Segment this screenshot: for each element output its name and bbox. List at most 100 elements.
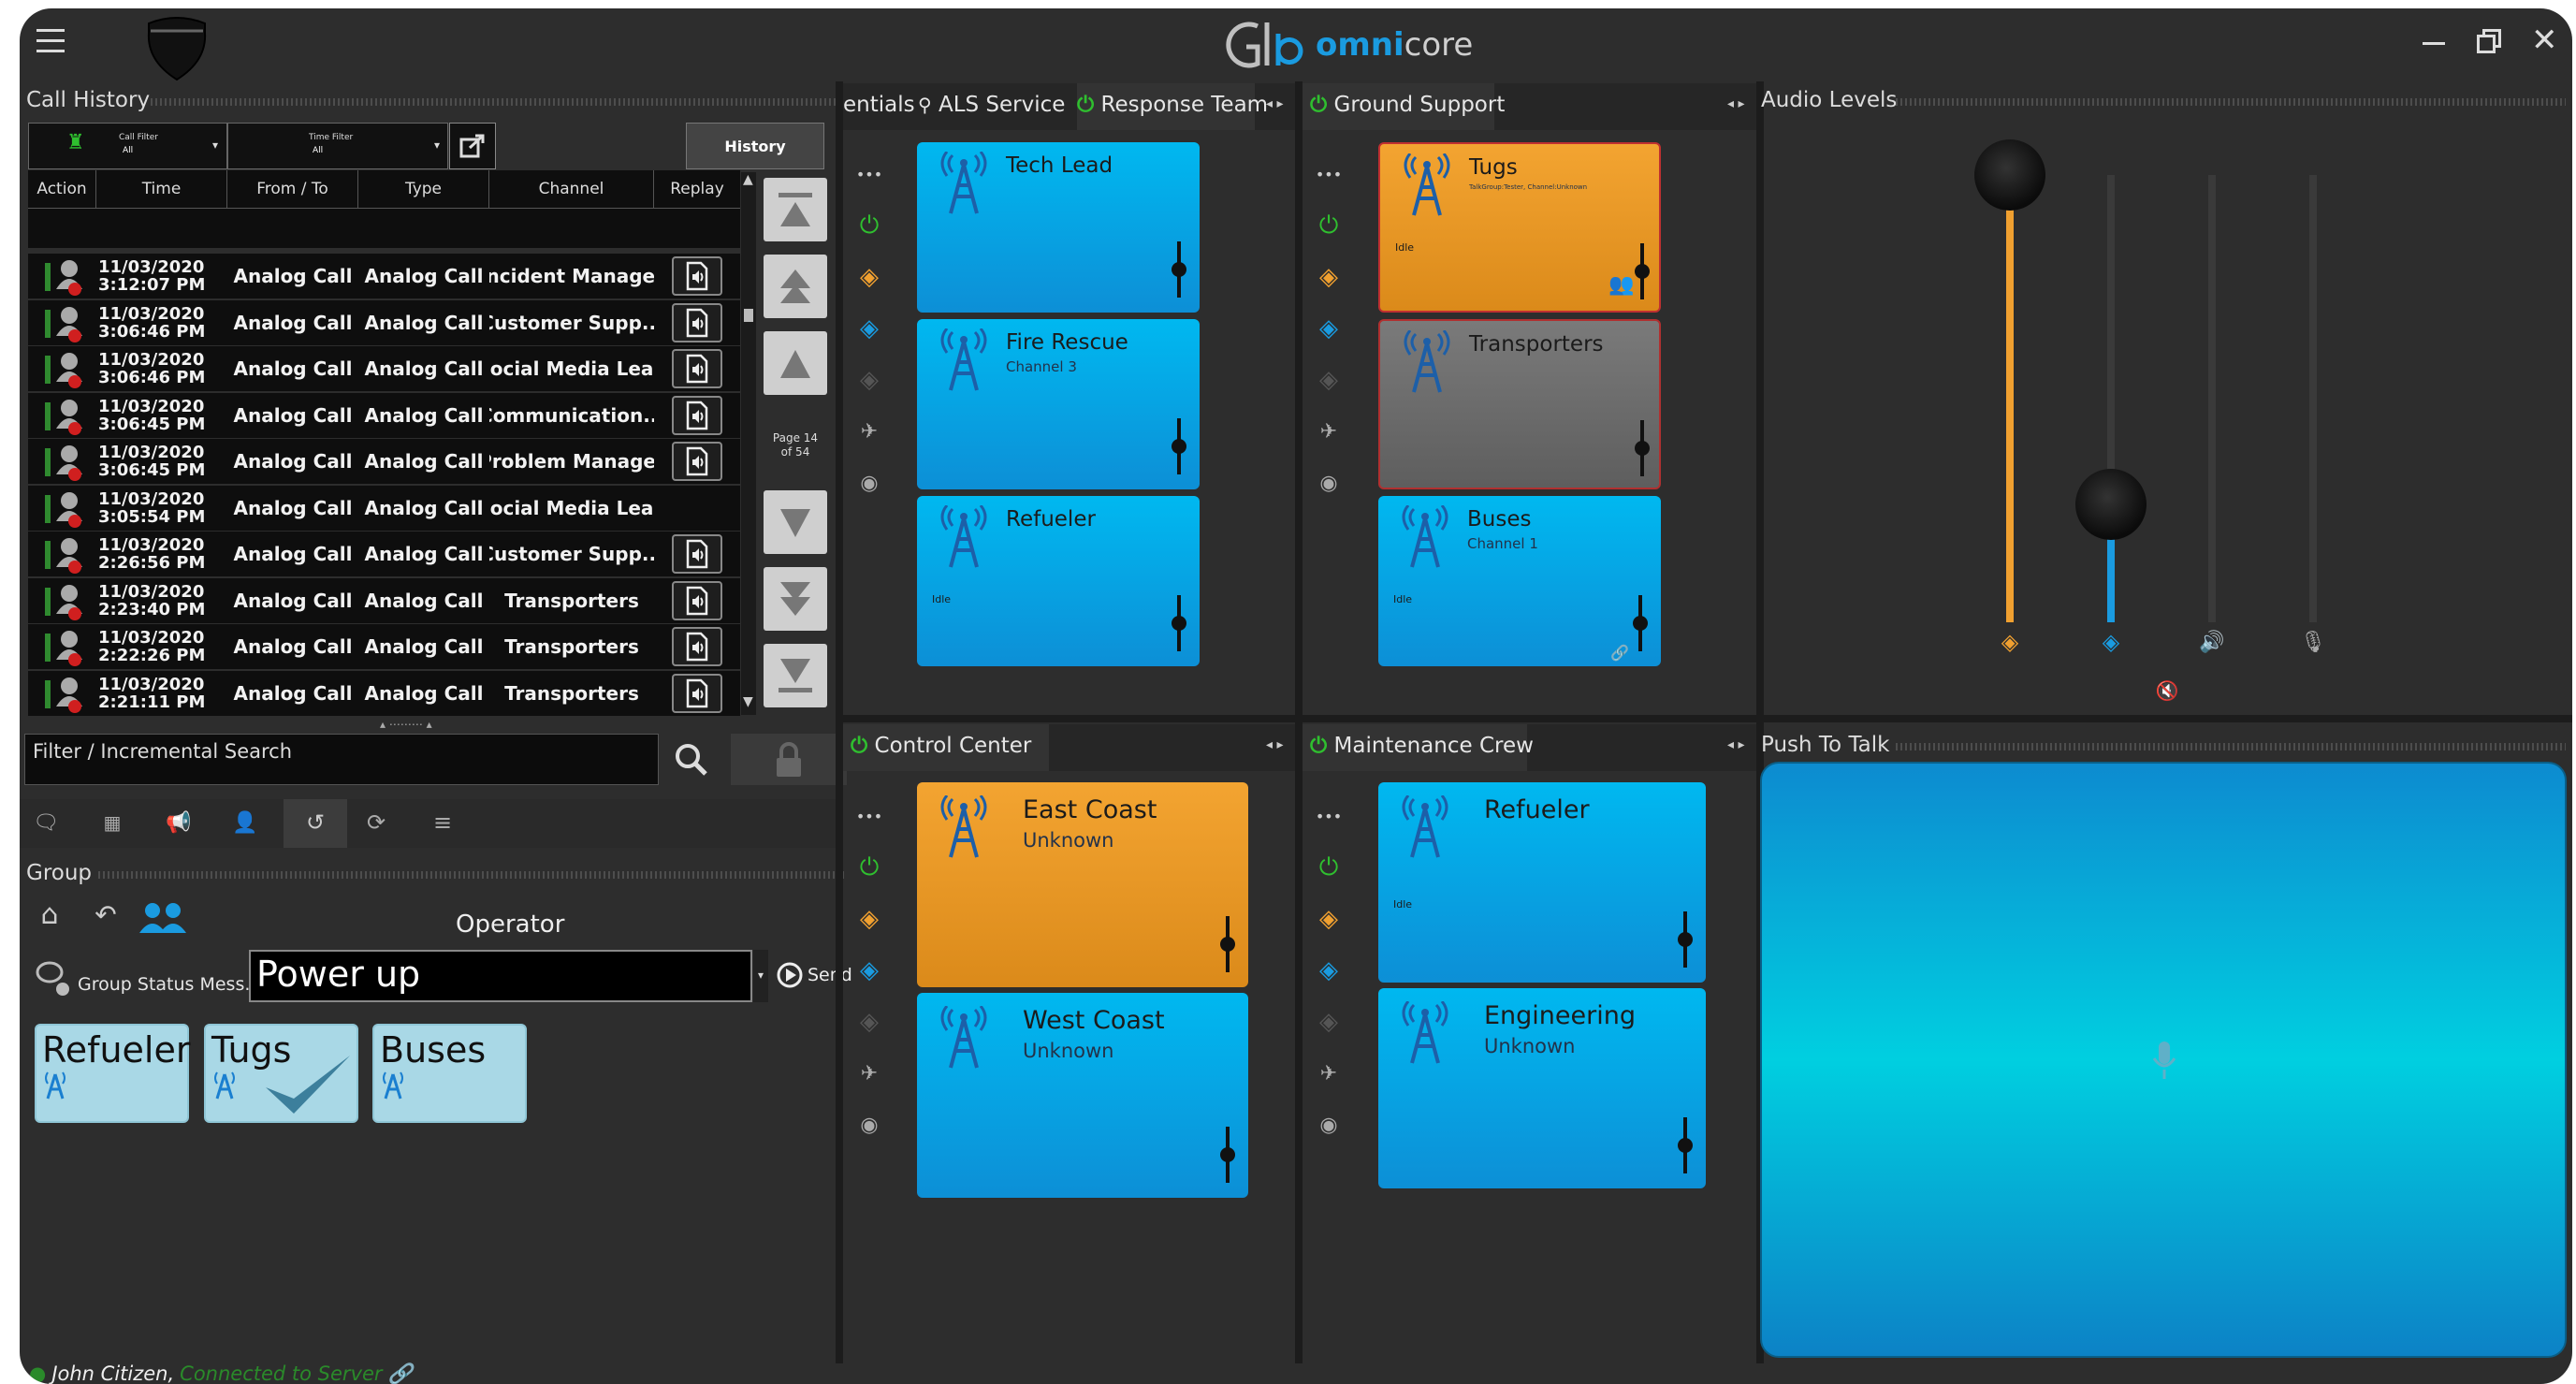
tab-als-service[interactable]: ⚲ ALS Service — [918, 93, 1065, 117]
table-row[interactable]: 11/03/20203:12:07 PMAnalog CallAnalog Ca… — [28, 254, 740, 299]
home-icon[interactable]: ⌂ — [34, 898, 65, 930]
channel-tile[interactable]: West CoastUnknown — [917, 993, 1248, 1198]
col-type[interactable]: Type — [358, 170, 489, 208]
more-options-icon[interactable]: ••• — [1313, 158, 1345, 190]
call-action-icon[interactable] — [28, 395, 96, 436]
eye-icon[interactable]: ◉ — [1313, 467, 1345, 499]
call-action-icon[interactable] — [28, 348, 96, 389]
call-action-icon[interactable] — [28, 533, 96, 575]
tile-volume-knob[interactable] — [1635, 441, 1650, 456]
channel-tile[interactable]: Tech Lead — [917, 142, 1200, 313]
tab-maintenance-crew[interactable]: ⏻ Maintenance Crew — [1303, 724, 1527, 771]
call-filter-dropdown[interactable]: ♜ Call Filter All ▾ — [28, 123, 227, 169]
more-options-icon[interactable]: ••• — [853, 158, 885, 190]
microphone-icon[interactable]: 🎙 — [2297, 626, 2329, 658]
call-action-icon[interactable] — [28, 673, 96, 714]
layers-icon[interactable]: ◈ — [1313, 261, 1345, 293]
channel-tile[interactable]: BusesChannel 1Idle🔗 — [1378, 496, 1661, 666]
scroll-up-icon[interactable]: ▲ — [743, 172, 753, 187]
layers-icon[interactable]: ◈ — [853, 903, 885, 935]
prev-fast-button[interactable] — [764, 255, 827, 318]
chat-icon[interactable]: 🗨 — [30, 807, 62, 838]
layers-icon[interactable]: ◈ — [1313, 313, 1345, 344]
level-track-4[interactable] — [2309, 175, 2317, 622]
recall-tab-active[interactable]: ↺ — [284, 799, 347, 848]
replay-button[interactable] — [672, 627, 722, 666]
power-icon[interactable]: ⏻ — [1313, 852, 1345, 883]
table-row[interactable]: 11/03/20203:05:54 PMAnalog CallAnalog Ca… — [28, 486, 740, 531]
tab-scroll-arrows-icon[interactable]: ◂ ▸ — [1266, 737, 1284, 752]
tile-volume-knob[interactable] — [1172, 262, 1186, 277]
replay-button[interactable] — [672, 674, 722, 713]
next-fast-button[interactable] — [764, 567, 827, 631]
channel-tile[interactable]: East CoastUnknown — [917, 782, 1248, 987]
search-input[interactable]: Filter / Incremental Search — [24, 734, 659, 785]
tab-credentials[interactable]: entials — [843, 93, 915, 117]
tab-ground-support[interactable]: ⏻ Ground Support — [1303, 83, 1494, 130]
power-icon[interactable]: ⏻ — [1313, 210, 1345, 241]
layers-icon[interactable]: ◈ — [853, 313, 885, 344]
group-button-buses[interactable]: Buses — [372, 1024, 527, 1123]
group-users-icon[interactable] — [136, 901, 190, 935]
push-to-talk-button[interactable] — [1760, 762, 2567, 1358]
patch-icon[interactable]: ✈ — [853, 415, 885, 447]
replay-button[interactable] — [672, 396, 722, 435]
tile-volume-knob[interactable] — [1172, 439, 1186, 454]
broadcast-icon[interactable]: 📢 — [163, 807, 195, 838]
eye-icon[interactable]: ◉ — [1313, 1109, 1345, 1141]
replay-button[interactable] — [672, 581, 722, 620]
tile-volume-knob[interactable] — [1678, 1138, 1693, 1153]
tab-control-center[interactable]: ⏻ Control Center — [843, 724, 1049, 771]
layers-icon[interactable]: ◈ — [853, 954, 885, 986]
call-action-icon[interactable] — [28, 441, 96, 482]
table-row[interactable]: 11/03/20203:06:45 PMAnalog CallAnalog Ca… — [28, 439, 740, 484]
channel-tile[interactable]: RefuelerIdle — [917, 496, 1200, 666]
tile-volume-knob[interactable] — [1220, 1147, 1235, 1162]
table-row[interactable]: 11/03/20203:06:45 PMAnalog CallAnalog Ca… — [28, 393, 740, 438]
patch-icon[interactable]: ✈ — [853, 1057, 885, 1089]
col-time[interactable]: Time — [96, 170, 227, 208]
call-action-icon[interactable] — [28, 488, 96, 529]
restore-icon[interactable] — [2477, 29, 2501, 53]
tab-scroll-arrows-icon[interactable]: ◂ ▸ — [1266, 96, 1284, 111]
table-row[interactable]: 11/03/20203:06:46 PMAnalog CallAnalog Ca… — [28, 300, 740, 345]
list-icon[interactable]: ≡ — [427, 807, 458, 838]
layers-icon[interactable]: ◈ — [1313, 364, 1345, 396]
export-button[interactable] — [449, 123, 496, 169]
history-button[interactable]: History — [686, 123, 824, 169]
layers-icon[interactable]: ◈ — [1313, 954, 1345, 986]
channel-tile[interactable]: EngineeringUnknown — [1378, 988, 1706, 1188]
scroll-thumb[interactable] — [744, 309, 753, 322]
minimize-icon[interactable] — [2423, 42, 2445, 45]
group-button-tugs[interactable]: Tugs — [204, 1024, 358, 1123]
search-button[interactable] — [661, 734, 722, 785]
channel-tile[interactable]: Transporters — [1378, 319, 1661, 489]
user-icon[interactable]: 👤 — [229, 807, 261, 838]
lock-button[interactable] — [731, 734, 847, 785]
next-page-button[interactable] — [764, 490, 827, 554]
calendar-icon[interactable]: ▦ — [96, 807, 128, 838]
refresh-icon[interactable]: ⟳ — [360, 807, 392, 838]
call-action-icon[interactable] — [28, 255, 96, 297]
replay-button[interactable] — [672, 303, 722, 342]
group-button-refueler[interactable]: Refueler — [35, 1024, 189, 1123]
table-row[interactable]: 11/03/20202:26:56 PMAnalog CallAnalog Ca… — [28, 532, 740, 576]
more-options-icon[interactable]: ••• — [1313, 800, 1345, 832]
channel-tile[interactable]: RefuelerIdle — [1378, 782, 1706, 983]
col-channel[interactable]: Channel — [489, 170, 654, 208]
level-knob-1[interactable] — [1974, 139, 2045, 211]
layers-icon[interactable]: ◈ — [853, 261, 885, 293]
tab-scroll-arrows-icon[interactable]: ◂ ▸ — [1727, 96, 1745, 111]
layers-icon[interactable]: ◈ — [1313, 903, 1345, 935]
col-action[interactable]: Action — [28, 170, 96, 208]
replay-button[interactable] — [672, 349, 722, 388]
power-icon[interactable]: ⏻ — [853, 210, 885, 241]
call-action-icon[interactable] — [28, 580, 96, 621]
time-filter-dropdown[interactable]: Time Filter All ▾ — [227, 123, 448, 169]
replay-button[interactable] — [672, 256, 722, 296]
tab-scroll-arrows-icon[interactable]: ◂ ▸ — [1727, 737, 1745, 752]
layers-icon[interactable]: ◈ — [1313, 1006, 1345, 1038]
power-icon[interactable]: ⏻ — [853, 852, 885, 883]
replay-button[interactable] — [672, 534, 722, 574]
channel-tile[interactable]: Fire RescueChannel 3 — [917, 319, 1200, 489]
